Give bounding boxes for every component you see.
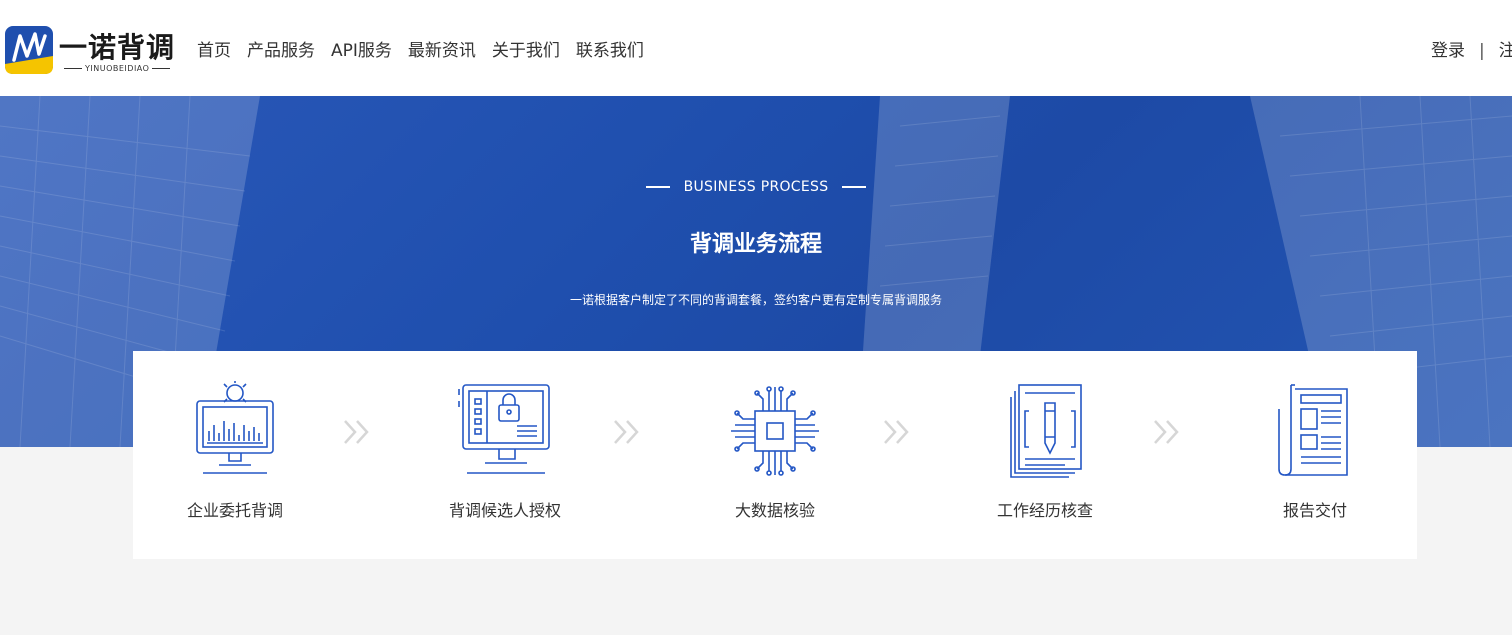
step-label: 大数据核验 bbox=[734, 501, 815, 520]
monitor-chart-icon bbox=[196, 381, 274, 474]
brand-name: 一诺背调 bbox=[59, 31, 176, 64]
process-step-authorize: 背调候选人授权 bbox=[405, 381, 605, 521]
process-step-work-history: 工作经历核查 bbox=[945, 381, 1145, 521]
chevron-right-icon bbox=[614, 420, 639, 444]
register-link[interactable]: 注 bbox=[1499, 41, 1512, 61]
nav-item-about[interactable]: 关于我们 bbox=[492, 36, 560, 61]
process-step-bigdata: 大数据核验 bbox=[675, 381, 875, 521]
step-label: 企业委托背调 bbox=[186, 501, 283, 520]
nav-item-api[interactable]: API服务 bbox=[331, 36, 392, 61]
section-eyebrow: BUSINESS PROCESS bbox=[0, 179, 1512, 195]
process-step-report: 报告交付 bbox=[1215, 381, 1415, 521]
chevron-right-icon bbox=[884, 420, 909, 444]
brand-subtitle: YINUOBEIDIAO bbox=[61, 64, 173, 73]
section-title: 背调业务流程 bbox=[689, 232, 822, 257]
nav-item-home[interactable]: 首页 bbox=[197, 36, 231, 61]
auth-separator: | bbox=[1479, 41, 1485, 61]
brand-logo[interactable]: 一诺背调 YINUOBEIDIAO bbox=[5, 24, 174, 78]
nav-item-contact[interactable]: 联系我们 bbox=[576, 36, 644, 61]
step-label: 工作经历核查 bbox=[996, 501, 1093, 520]
document-pen-icon bbox=[1010, 384, 1082, 478]
site-header: 一诺背调 YINUOBEIDIAO 首页 产品服务 API服务 最新资讯 关于我… bbox=[0, 0, 1512, 96]
newspaper-icon bbox=[1278, 384, 1348, 476]
chevron-right-icon bbox=[344, 420, 369, 444]
section-subtitle: 一诺根据客户制定了不同的背调套餐，签约客户更有定制专属背调服务 bbox=[569, 293, 942, 307]
main-nav: 首页 产品服务 API服务 最新资讯 关于我们 联系我们 bbox=[197, 36, 660, 61]
logo-mark-icon bbox=[5, 26, 53, 74]
monitor-lock-icon bbox=[458, 384, 550, 474]
chip-circuit-icon bbox=[731, 386, 819, 476]
auth-links: 登录 | 注 bbox=[1431, 36, 1512, 61]
step-label: 报告交付 bbox=[1282, 501, 1347, 520]
step-label: 背调候选人授权 bbox=[448, 501, 561, 520]
nav-item-news[interactable]: 最新资讯 bbox=[408, 36, 476, 61]
chevron-right-icon bbox=[1154, 420, 1179, 444]
login-link[interactable]: 登录 bbox=[1431, 41, 1465, 61]
nav-item-products[interactable]: 产品服务 bbox=[247, 36, 315, 61]
process-step-entrust: 企业委托背调 bbox=[135, 381, 335, 521]
process-panel: 企业委托背调 背调候选人授权 大数据核验 工作经历核查 报告交付 bbox=[133, 351, 1417, 559]
